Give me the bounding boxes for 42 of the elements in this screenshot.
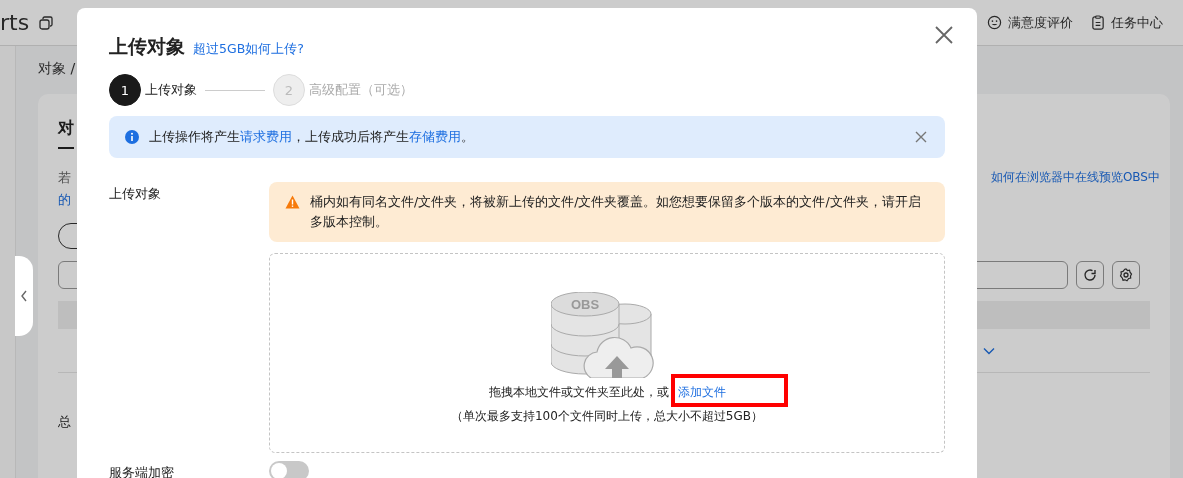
top-bar-link[interactable]: 满意度评价 (987, 13, 1073, 32)
upload-limit-note: （单次最多支持100个文件同时上传，总大小不超过5GB） (450, 408, 764, 425)
info-icon (125, 130, 139, 144)
fee-link[interactable]: 存储费用 (409, 128, 461, 144)
field-label: 上传对象 (109, 185, 162, 203)
drop-zone[interactable]: OBS 拖拽本地文件或文件夹至此处，或 添加文件 （单次最多支持100个文件同时上传，总大小不超过5GB） (269, 253, 945, 453)
hint-text: 若 (58, 169, 71, 187)
step-label: 高级配置（可选） (309, 81, 413, 99)
top-bar-link-label: 任务中心 (1111, 13, 1163, 32)
fee-link[interactable]: 请求费用 (240, 128, 292, 144)
breadcrumb: 对象 / (38, 60, 76, 76)
total-text: 总 (58, 413, 71, 431)
top-bar-link[interactable]: 任务中心 (1091, 13, 1163, 32)
help-link[interactable]: 超过5GB如何上传? (193, 41, 304, 58)
clipboard-icon (1091, 15, 1105, 30)
obs-upload-drawing: OBS (551, 292, 663, 378)
copy-icon (39, 15, 54, 30)
warning-icon (285, 195, 300, 209)
preview-help-link[interactable]: 如何在浏览器中在线预览OBS中 (990, 169, 1160, 209)
field-label: 服务端加密 (109, 464, 175, 478)
dialog-title: 上传对象 (109, 34, 185, 59)
smile-icon (987, 15, 1002, 30)
warning-text: 桶内如有同名文件/文件夹，将被新上传的文件/文件夹覆盖。如您想要保留多个版本的文件/文件夹，请开启多版本控制。 (310, 193, 922, 231)
settings-button[interactable] (1112, 261, 1140, 289)
encryption-toggle[interactable] (269, 461, 309, 478)
collapse-handle[interactable] (15, 256, 33, 336)
chevron-left-icon (20, 290, 28, 302)
close-alert-button[interactable] (915, 131, 927, 143)
chevron-down-icon (983, 346, 995, 355)
refresh-button[interactable] (1076, 261, 1104, 289)
brand-text: rts (0, 10, 30, 35)
step-label: 上传对象 (145, 81, 197, 99)
top-bar-link-label: 满意度评价 (1008, 13, 1073, 32)
refresh-icon (1083, 268, 1097, 282)
tab[interactable]: 对 (58, 118, 74, 149)
close-button[interactable] (933, 24, 955, 46)
info-text: 上传操作将产生请求费用，上传成功后将产生存储费用。 (149, 128, 475, 146)
settings-icon (1119, 268, 1133, 282)
hint-link[interactable]: 的 (58, 191, 71, 209)
drop-prompt: 拖拽本地文件或文件夹至此处，或 添加文件 (488, 384, 726, 401)
add-file-link[interactable]: 添加文件 (677, 385, 726, 399)
step-number: 1 (109, 74, 141, 106)
